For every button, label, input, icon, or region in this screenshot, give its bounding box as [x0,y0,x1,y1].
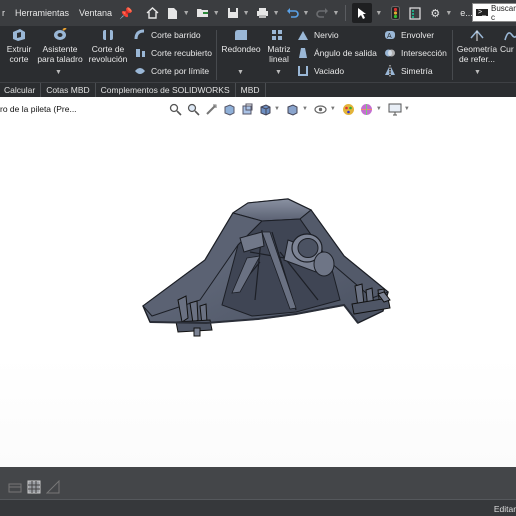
chevron-down-icon[interactable]: ▼ [55,69,62,76]
search-placeholder: Buscar c [490,3,516,22]
select-pointer-icon[interactable] [352,3,373,23]
measure-triangle-icon[interactable] [45,479,60,494]
menu-item-ventana[interactable]: Ventana [74,8,117,18]
chevron-down-icon[interactable]: ▼ [303,10,310,17]
revolved-cut-icon [100,28,116,42]
extrude-cut-button[interactable]: Extruir corte [4,28,34,64]
chevron-down-icon[interactable]: ▼ [375,10,382,17]
shell-label: Vaciado [314,66,345,76]
swept-cut-label: Corte barrido [151,30,201,40]
intersect-button[interactable]: Intersección [384,47,447,59]
reference-geometry-icon [469,28,485,42]
revolved-cut-button[interactable]: Corte de revolución [86,28,130,64]
chevron-down-icon[interactable]: ▼ [243,10,250,17]
open-icon[interactable] [196,6,210,20]
toolbar-separator [345,5,347,21]
curves-label: Cur [500,44,514,54]
traffic-light-icon[interactable] [388,6,402,20]
redo-icon[interactable] [315,6,329,20]
menu-bar: r Herramientas Ventana 📌 ▼ ▼ ▼ ▼ ▼ ▼ ▼ ⚙… [0,0,516,26]
tab-cotas-mbd[interactable]: Cotas MBD [41,83,96,97]
wrap-button[interactable]: A Envolver [384,29,434,41]
new-document-icon[interactable] [166,6,180,20]
boundary-cut-button[interactable]: Corte por límite [134,65,209,77]
intersect-label: Intersección [401,48,447,58]
wrap-icon: A [384,29,396,41]
lofted-cut-button[interactable]: Corte recubierto [134,47,212,59]
chevron-down-icon[interactable]: ▼ [237,69,244,76]
boundary-cut-label: Corte por límite [151,66,210,76]
hole-wizard-icon [52,27,68,42]
bottom-panel [0,467,516,499]
swept-cut-icon [134,29,146,41]
mirror-label: Simetría [401,66,433,76]
table-grid-icon[interactable] [27,480,41,494]
home-icon[interactable] [146,6,160,20]
curves-icon [504,28,516,42]
rib-button[interactable]: Nervio [297,29,339,41]
linear-pattern-label: Matriz lineal [267,44,291,64]
lofted-cut-icon [134,47,146,59]
tab-calcular[interactable]: Calcular [0,83,42,97]
intersect-icon [384,47,396,59]
print-icon[interactable] [256,6,270,20]
mirror-button[interactable]: Simetría [384,65,433,77]
lofted-cut-label: Corte recubierto [151,48,212,58]
linear-pattern-button[interactable]: Matriz lineal [264,28,294,64]
chevron-down-icon[interactable]: ▼ [332,10,339,17]
chevron-down-icon[interactable]: ▼ [445,10,452,17]
linear-pattern-icon [271,28,287,42]
hole-wizard-button[interactable]: Asistente para taladro [36,27,84,64]
shell-button[interactable]: Vaciado [297,65,344,77]
status-edit-mode: Editan [493,504,516,514]
chevron-down-icon[interactable]: ▼ [275,69,282,76]
svg-text:A: A [387,33,392,40]
fillet-button[interactable]: Redondeo [220,28,262,54]
fillet-icon [233,28,249,42]
draft-icon [297,47,309,59]
extrude-cut-icon [11,28,27,42]
pin-icon[interactable]: 📌 [119,7,133,20]
revolved-cut-label: Corte de revolución [88,44,128,64]
curves-button[interactable]: Cur [500,28,516,54]
menu-item-truncated[interactable]: r [0,8,10,18]
rib-icon [297,29,309,41]
reference-geometry-label: Geometría de refer... [456,44,498,64]
chevron-down-icon[interactable]: ▼ [474,69,481,76]
mirror-icon [384,65,396,77]
part-model-3d[interactable] [0,97,516,467]
options-gear-icon[interactable]: ⚙ [428,6,442,20]
extrude-cut-label: Extruir corte [6,44,32,64]
terminal-icon: >_ [476,9,488,16]
ribbon-divider [452,30,453,80]
reference-geometry-button[interactable]: Geometría de refer... [455,28,499,64]
chevron-down-icon[interactable]: ▼ [273,10,280,17]
graphics-area[interactable]: ro de la pileta (Pre... ▼ ▼ ▼ ▼ ▼ [0,97,516,467]
wrap-label: Envolver [401,30,435,40]
rib-label: Nervio [314,30,339,40]
shell-icon [297,65,309,77]
draft-label: Ángulo de salida [314,48,377,58]
status-bar: Editan [0,499,516,516]
boundary-cut-icon [134,65,146,77]
command-tabs: Calcular Cotas MBD Complementos de SOLID… [0,82,516,97]
menu-item-herramientas[interactable]: Herramientas [10,8,74,18]
panel-toggle-icon[interactable] [8,480,22,494]
swept-cut-button[interactable]: Corte barrido [134,29,201,41]
tab-complementos[interactable]: Complementos de SOLIDWORKS [96,83,236,97]
file-properties-icon[interactable] [408,6,422,20]
hole-wizard-label: Asistente para taladro [37,44,83,64]
chevron-down-icon[interactable]: ▼ [213,10,220,17]
command-manager-ribbon: Extruir corte Asistente para taladro ▼ C… [0,26,516,82]
tab-mbd[interactable]: MBD [236,83,266,97]
draft-button[interactable]: Ángulo de salida [297,47,377,59]
chevron-down-icon[interactable]: ▼ [183,10,190,17]
search-input[interactable]: >_ Buscar c [472,3,516,22]
ribbon-divider [216,30,217,80]
save-icon[interactable] [226,6,240,20]
undo-icon[interactable] [286,6,300,20]
fillet-label: Redondeo [221,44,261,54]
